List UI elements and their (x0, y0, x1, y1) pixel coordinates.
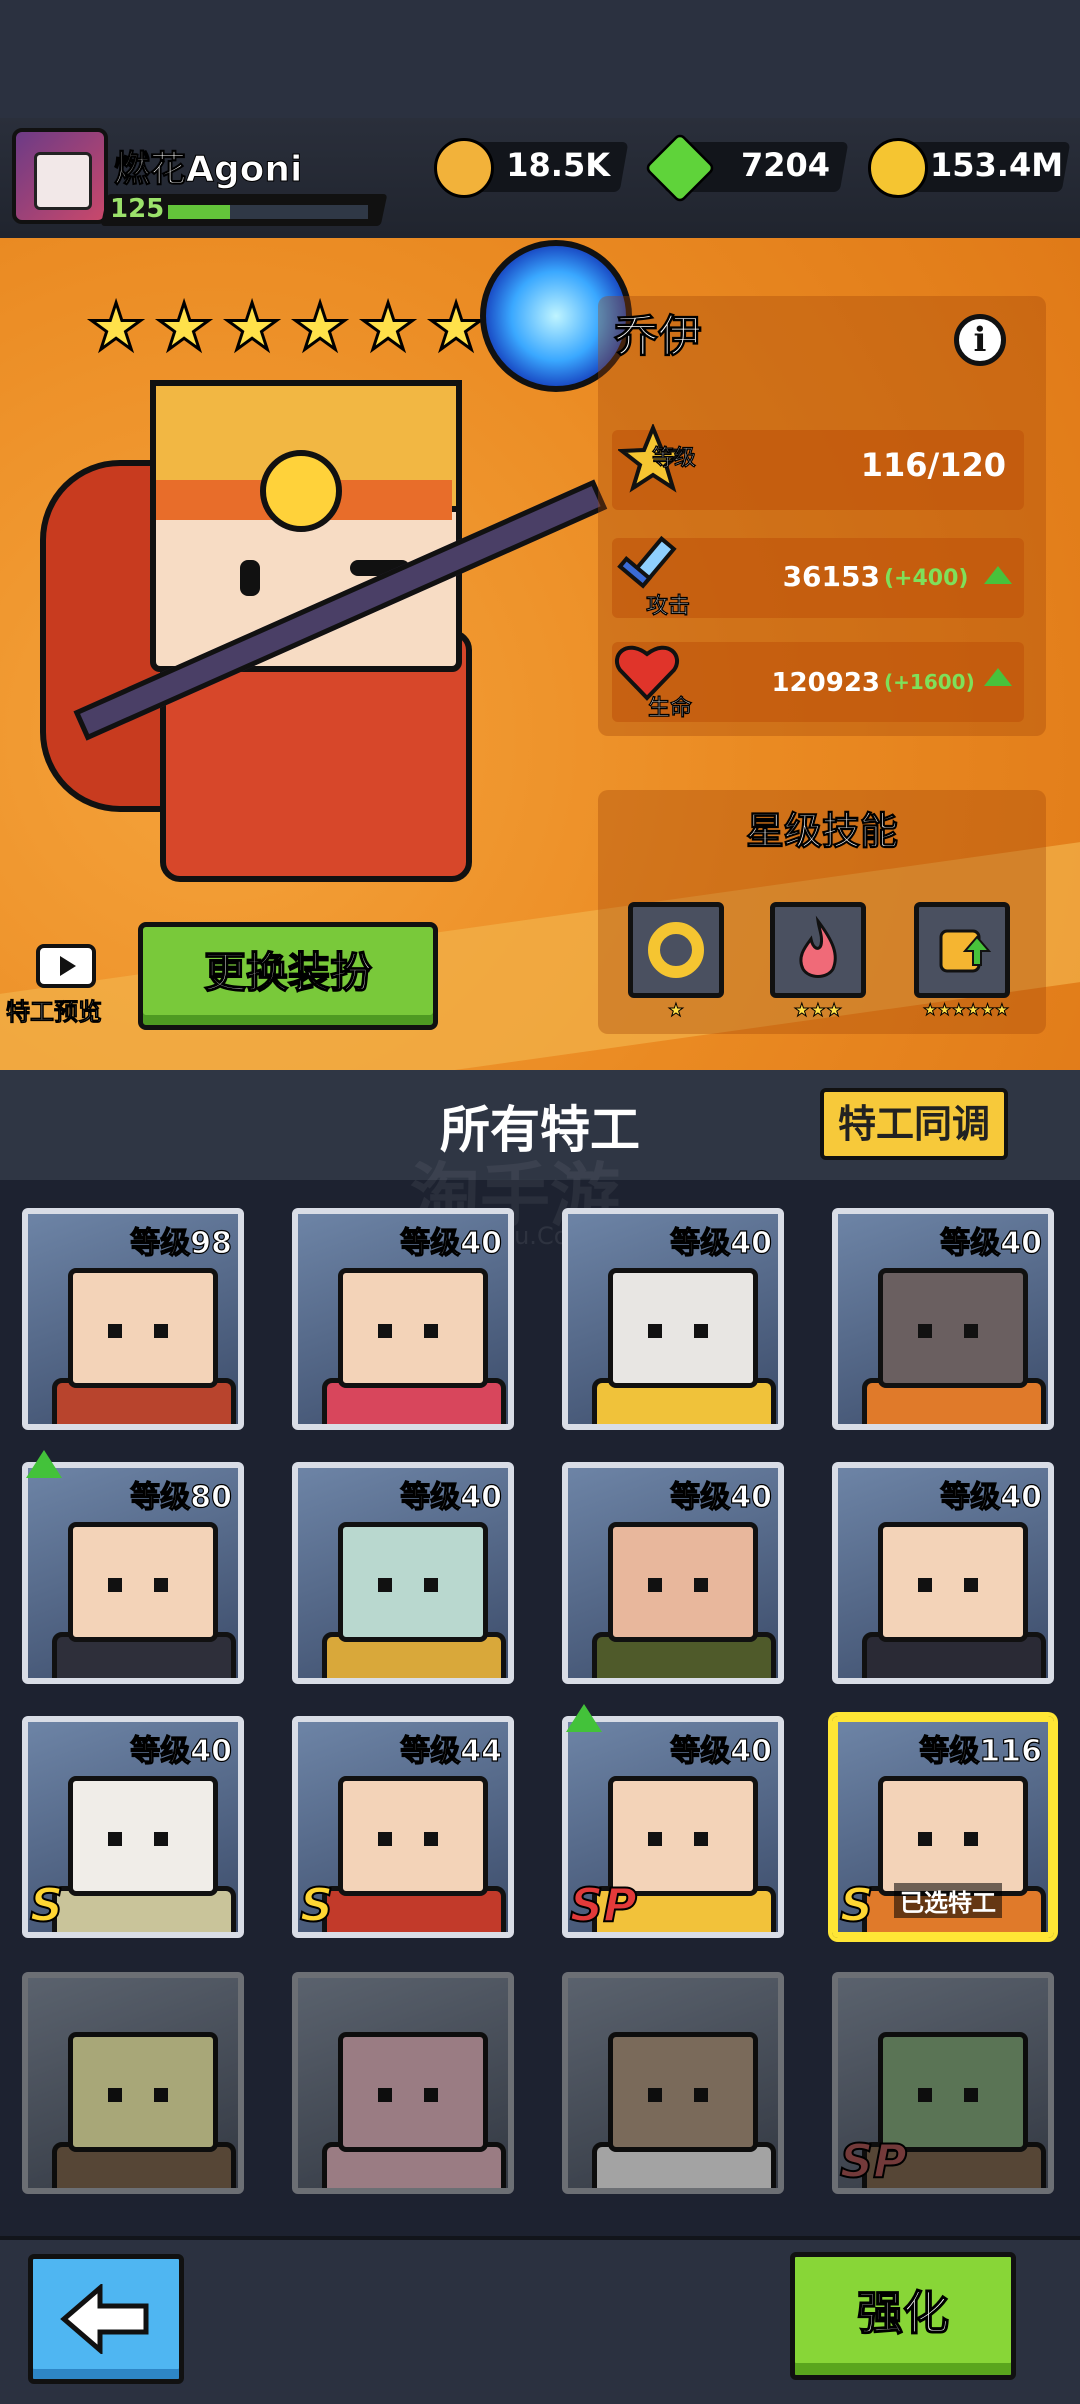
agent-portrait-eyes (918, 1832, 978, 1846)
skill-2-stars: ★★★ (793, 1000, 843, 1022)
agent-card[interactable]: 等级40 (832, 1208, 1054, 1430)
agent-card[interactable] (562, 1972, 784, 2194)
agent-card[interactable]: 等级44 S (292, 1716, 514, 1938)
agent-card[interactable] (292, 1972, 514, 2194)
skill-fist-up-icon[interactable] (914, 902, 1010, 998)
agent-card[interactable]: 等级40 SP (562, 1716, 784, 1938)
upgrade-available-arrow-icon (26, 1450, 62, 1478)
agent-level: 等级40 (670, 1479, 773, 1515)
agent-level: 等级40 (940, 1479, 1043, 1515)
level-value: 116/120 (860, 446, 1006, 484)
agent-rank-badge: SP (839, 2133, 908, 2188)
agent-card[interactable]: 等级40 (292, 1208, 514, 1430)
agent-level: 等级40 (670, 1733, 773, 1769)
agent-card[interactable]: 等级98 (22, 1208, 244, 1430)
attack-up-arrow-icon (984, 566, 1012, 584)
level-label: 等级 (652, 446, 697, 472)
agent-portrait-eyes (648, 2088, 708, 2102)
attack-label: 攻击 (646, 594, 691, 620)
agent-card[interactable]: 等级40 (832, 1462, 1054, 1684)
hero-star-rating: ★ ★ ★ ★ ★ ★ (86, 291, 506, 365)
hp-up-arrow-icon (984, 668, 1012, 686)
agent-card[interactable]: 等级40 S (22, 1716, 244, 1938)
agent-portrait-eyes (108, 1578, 168, 1592)
agent-portrait-eyes (648, 1578, 708, 1592)
xp-fill (168, 205, 230, 219)
skill-flame-icon[interactable] (770, 902, 866, 998)
skill-ring-icon[interactable] (628, 902, 724, 998)
currency-gem-value: 7204 (740, 146, 830, 184)
agent-card[interactable]: 等级80 (22, 1462, 244, 1684)
agent-portrait-eyes (378, 1832, 438, 1846)
agent-level: 等级116 (919, 1733, 1043, 1769)
agent-level: 等级98 (130, 1225, 233, 1261)
upgrade-button[interactable]: 强化 (790, 2252, 1016, 2380)
agent-portrait-eyes (108, 1324, 168, 1338)
agent-level: 等级80 (130, 1479, 233, 1515)
agent-portrait-eyes (648, 1324, 708, 1338)
agent-card[interactable]: 等级40 (292, 1462, 514, 1684)
skill-1-stars: ★ (667, 1000, 685, 1022)
agent-portrait-eyes (918, 2088, 978, 2102)
player-level: 125 (110, 194, 165, 224)
agent-card[interactable]: 等级116 S 已选特工 (832, 1716, 1054, 1938)
selected-agent-tag: 已选特工 (894, 1883, 1002, 1918)
agent-card[interactable]: SP (832, 1972, 1054, 2194)
agent-portrait-eyes (918, 1578, 978, 1592)
agent-rank-badge: S (839, 1877, 874, 1932)
agent-rank-badge: S (299, 1877, 334, 1932)
hero-portrait (40, 240, 632, 900)
agent-portrait-eyes (378, 1578, 438, 1592)
video-preview-icon[interactable] (36, 944, 96, 988)
back-arrow-icon (60, 2282, 150, 2356)
skill-3-stars: ★★★★★★ (922, 1000, 1010, 1020)
agent-level: 等级40 (400, 1479, 503, 1515)
agent-card[interactable]: 等级40 (562, 1462, 784, 1684)
hero-star-icon: ★ (358, 291, 418, 365)
agent-portrait-eyes (378, 2088, 438, 2102)
hero-star-icon: ★ (86, 291, 146, 365)
agent-portrait-eyes (648, 1832, 708, 1846)
agent-card[interactable]: 等级40 (562, 1208, 784, 1430)
agent-sync-button[interactable]: 特工同调 (820, 1088, 1008, 1160)
agent-level: 等级44 (400, 1733, 503, 1769)
hero-star-icon: ★ (426, 291, 486, 365)
agent-portrait-eyes (108, 1832, 168, 1846)
upgrade-available-arrow-icon (566, 1704, 602, 1732)
agent-rank-badge: SP (569, 1877, 638, 1932)
hp-label: 生命 (648, 696, 693, 722)
hero-star-icon: ★ (222, 291, 282, 365)
agent-card[interactable] (22, 1972, 244, 2194)
currency-coin-value: 153.4M (930, 146, 1064, 184)
player-name: 燃花Agoni (113, 149, 303, 191)
agent-level: 等级40 (670, 1225, 773, 1261)
drop-icon (434, 138, 494, 198)
star-skills-title: 星级技能 (745, 809, 898, 854)
status-area (0, 0, 1080, 120)
agent-portrait-eyes (918, 1324, 978, 1338)
hero-name: 乔伊 (614, 311, 703, 363)
agent-preview-button[interactable]: 特工预览 (6, 992, 103, 1027)
hero-star-icon: ★ (290, 291, 350, 365)
attack-value: 36153 (782, 560, 880, 593)
hp-value: 120923 (771, 668, 880, 698)
agent-level: 等级40 (130, 1733, 233, 1769)
agent-portrait-eyes (378, 1324, 438, 1338)
agent-rank-badge: S (29, 1877, 64, 1932)
agent-level: 等级40 (400, 1225, 503, 1261)
currency-drop-value: 18.5K (506, 146, 610, 184)
info-button[interactable]: i (954, 314, 1006, 366)
agent-portrait-eyes (108, 2088, 168, 2102)
hp-bonus: (+1600) (884, 670, 975, 694)
avatar[interactable] (12, 128, 108, 224)
agent-level: 等级40 (940, 1225, 1043, 1261)
change-outfit-button[interactable]: 更换装扮 (138, 922, 438, 1030)
hero-star-icon: ★ (154, 291, 214, 365)
gold-coin-icon[interactable] (868, 138, 928, 198)
attack-bonus: (+400) (884, 566, 969, 591)
